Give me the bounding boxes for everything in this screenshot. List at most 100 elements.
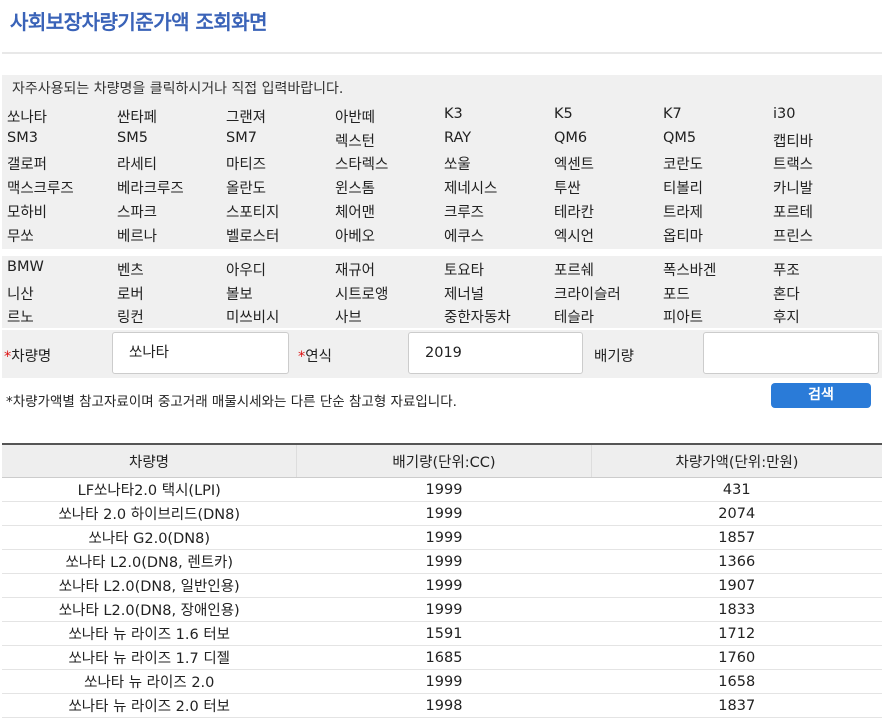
cell-car-name: 쏘나타 뉴 라이즈 2.0 (2, 669, 297, 694)
car-shortcut-link[interactable]: 프린스 (773, 225, 813, 246)
car-shortcut-link[interactable]: 재규어 (335, 259, 375, 280)
car-shortcut-link[interactable]: QM6 (554, 130, 587, 146)
car-shortcut-link[interactable]: 후지 (773, 306, 800, 327)
car-shortcut-link[interactable]: 사브 (335, 306, 362, 327)
car-shortcut-link[interactable]: RAY (444, 130, 471, 146)
car-shortcut-link[interactable]: 혼다 (773, 283, 800, 304)
car-shortcut-link[interactable]: 벨로스터 (226, 225, 279, 246)
cell-car-name: LF쏘나타2.0 택시(LPI) (2, 477, 297, 502)
car-shortcut-link[interactable]: 벤츠 (117, 259, 144, 280)
car-shortcut-link[interactable]: 베라크루즈 (117, 177, 184, 198)
car-shortcut-link[interactable]: BMW (7, 259, 44, 275)
car-shortcut-link[interactable]: 마티즈 (226, 153, 266, 174)
car-shortcut-link[interactable]: 니산 (7, 283, 34, 304)
car-shortcut-link[interactable]: 제너널 (444, 283, 484, 304)
car-shortcut-link[interactable]: 올란도 (226, 177, 266, 198)
car-shortcut-link[interactable]: 포르쉐 (554, 259, 594, 280)
car-shortcut-link[interactable]: 맥스크루즈 (7, 177, 74, 198)
car-shortcut-link[interactable]: 베르나 (117, 225, 157, 246)
car-shortcut-link[interactable]: 아반떼 (335, 106, 375, 127)
car-shortcut-link[interactable]: SM7 (226, 130, 257, 146)
displacement-input[interactable] (703, 332, 879, 374)
car-shortcut-link[interactable]: 코란도 (663, 153, 703, 174)
car-shortcut-link[interactable]: 시트로앵 (335, 283, 388, 304)
domestic-car-panel: 자주사용되는 차량명을 클릭하시거나 직접 입력바랍니다. 쏘나타 싼타페 그랜져 아… (2, 75, 882, 249)
car-shortcut-link[interactable]: 피아트 (663, 306, 703, 327)
car-shortcut-link[interactable]: 체어맨 (335, 201, 375, 222)
car-shortcut-link[interactable]: 엑시언 (554, 225, 594, 246)
car-shortcut-link[interactable]: 제네시스 (444, 177, 497, 198)
car-shortcut-link[interactable]: SM5 (117, 130, 148, 146)
car-shortcut-link[interactable]: 쏘나타 (7, 106, 47, 127)
car-shortcut-link[interactable]: 라세티 (117, 153, 157, 174)
car-shortcut-link[interactable]: 스파크 (117, 201, 157, 222)
car-shortcut-link[interactable]: 옵티마 (663, 225, 703, 246)
car-shortcut-link[interactable]: 에쿠스 (444, 225, 484, 246)
cell-price: 1837 (591, 693, 882, 718)
car-shortcut-link[interactable]: 쏘울 (444, 153, 471, 174)
car-shortcut-link[interactable]: 폭스바겐 (663, 259, 716, 280)
car-shortcut-link[interactable]: 트라제 (663, 201, 703, 222)
car-shortcut-link[interactable]: 싼타페 (117, 106, 157, 127)
table-header-row: 차량명 배기량(단위:CC) 차량가액(단위:만원) (2, 443, 882, 478)
car-shortcut-link[interactable]: 푸조 (773, 259, 800, 280)
car-shortcut-link[interactable]: 갤로퍼 (7, 153, 47, 174)
cell-price: 1833 (591, 597, 882, 622)
car-shortcut-link[interactable]: 테라칸 (554, 201, 594, 222)
car-shortcut-link[interactable]: 중한자동차 (444, 306, 511, 327)
results-body: LF쏘나타2.0 택시(LPI) 1999 431 쏘나타 2.0 하이브리드(DN8… (2, 477, 882, 718)
car-shortcut-link[interactable]: 투싼 (554, 177, 581, 198)
car-name-input[interactable]: 쏘나타 (112, 332, 289, 374)
cell-price: 1658 (591, 669, 882, 694)
car-shortcut-link[interactable]: 토요타 (444, 259, 484, 280)
table-row: 쏘나타 뉴 라이즈 1.7 디젤 1685 1760 (2, 645, 882, 670)
cell-car-name: 쏘나타 L2.0(DN8, 장애인용) (2, 597, 297, 622)
cell-car-name: 쏘나타 G2.0(DN8) (2, 525, 297, 550)
car-shortcut-link[interactable]: K7 (663, 106, 682, 122)
car-shortcut-link[interactable]: 그랜져 (226, 106, 266, 127)
car-shortcut-link[interactable]: 스타렉스 (335, 153, 388, 174)
car-shortcut-link[interactable]: 포드 (663, 283, 690, 304)
car-shortcut-link[interactable]: 크라이슬러 (554, 283, 621, 304)
car-shortcut-link[interactable]: 아우디 (226, 259, 266, 280)
car-shortcut-link[interactable]: 포르테 (773, 201, 813, 222)
car-shortcut-link[interactable]: 볼보 (226, 283, 253, 304)
car-shortcut-link[interactable]: 무쏘 (7, 225, 34, 246)
car-shortcut-link[interactable]: 윈스톰 (335, 177, 375, 198)
cell-displacement: 1998 (296, 693, 592, 718)
results-table: 차량명 배기량(단위:CC) 차량가액(단위:만원) LF쏘나타2.0 택시(L… (2, 443, 882, 718)
car-shortcut-link[interactable]: 모하비 (7, 201, 47, 222)
car-shortcut-link[interactable]: 렉스턴 (335, 130, 375, 151)
car-shortcut-link[interactable]: K3 (444, 106, 463, 122)
car-shortcut-link[interactable]: 아베오 (335, 225, 375, 246)
cell-displacement: 1999 (296, 573, 592, 598)
car-shortcut-link[interactable]: SM3 (7, 130, 38, 146)
year-label: *연식 (298, 349, 332, 365)
car-shortcut-link[interactable]: QM5 (663, 130, 696, 146)
car-shortcut-link[interactable]: 르노 (7, 306, 34, 327)
year-input[interactable]: 2019 (408, 332, 583, 374)
cell-car-name: 쏘나타 L2.0(DN8, 렌트카) (2, 549, 297, 574)
car-shortcut-link[interactable]: K5 (554, 106, 573, 122)
car-shortcut-link[interactable]: 크루즈 (444, 201, 484, 222)
cell-displacement: 1999 (296, 597, 592, 622)
cell-car-name: 쏘나타 2.0 하이브리드(DN8) (2, 501, 297, 526)
car-shortcut-link[interactable]: 엑센트 (554, 153, 594, 174)
cell-displacement: 1999 (296, 477, 592, 502)
car-shortcut-link[interactable]: 카니발 (773, 177, 813, 198)
car-shortcut-link[interactable]: 캡티바 (773, 130, 813, 151)
table-row: 쏘나타 뉴 라이즈 2.0 터보 1998 1837 (2, 693, 882, 718)
car-shortcut-link[interactable]: 링컨 (117, 306, 144, 327)
table-row: 쏘나타 뉴 라이즈 2.0 1999 1658 (2, 669, 882, 694)
car-shortcut-link[interactable]: 트랙스 (773, 153, 813, 174)
car-shortcut-link[interactable]: 티볼리 (663, 177, 703, 198)
car-shortcut-link[interactable]: 스포티지 (226, 201, 279, 222)
car-shortcut-link[interactable]: 미쓰비시 (226, 306, 279, 327)
cell-car-name: 쏘나타 뉴 라이즈 1.6 터보 (2, 621, 297, 646)
search-button[interactable]: 검색 (771, 383, 871, 408)
car-shortcut-link[interactable]: 테슬라 (554, 306, 594, 327)
table-row: 쏘나타 L2.0(DN8, 렌트카) 1999 1366 (2, 549, 882, 574)
car-shortcut-link[interactable]: i30 (773, 106, 795, 122)
cell-price: 1857 (591, 525, 882, 550)
car-shortcut-link[interactable]: 로버 (117, 283, 144, 304)
